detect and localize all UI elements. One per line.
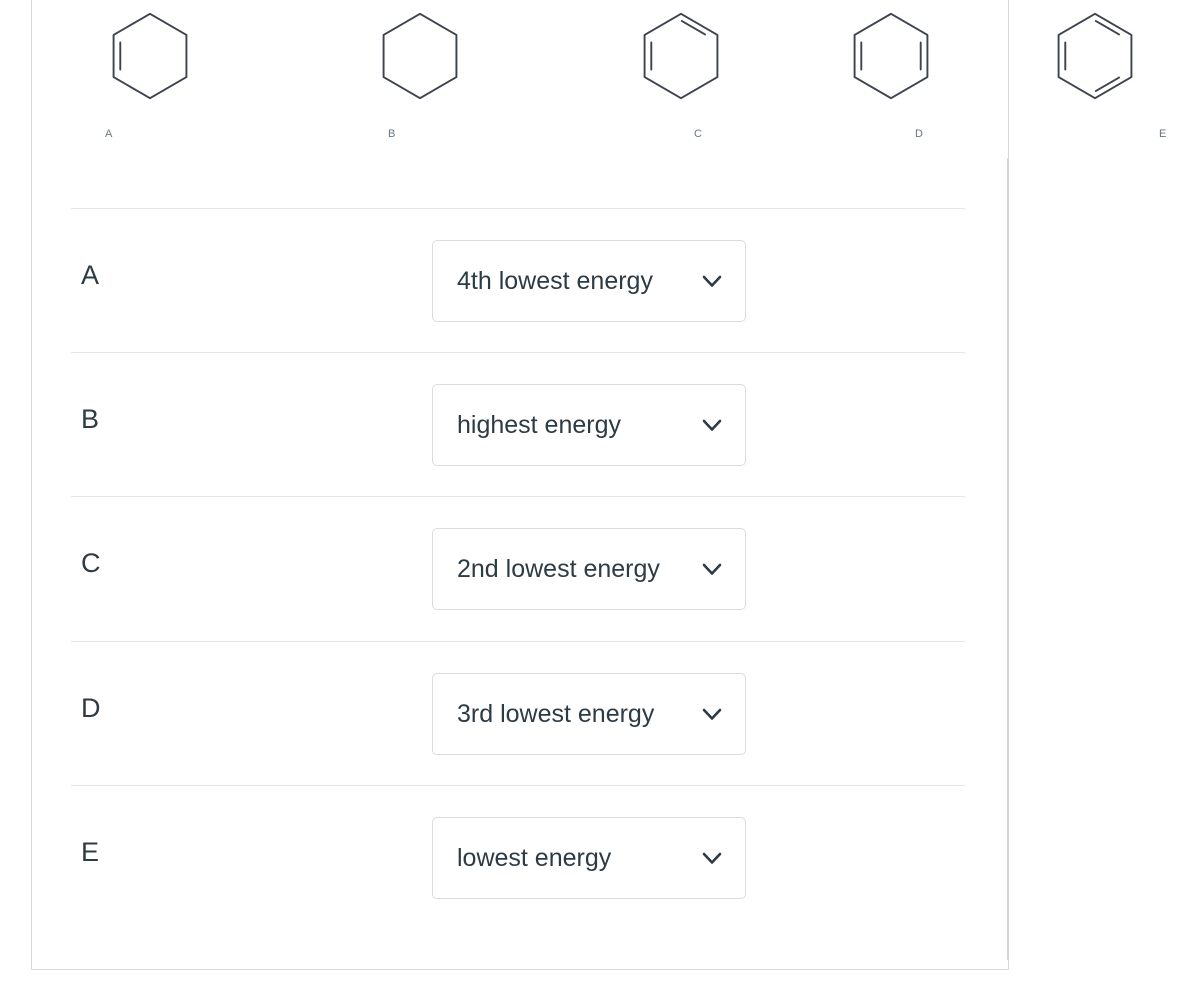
row-label: C (81, 548, 101, 578)
chevron-down-icon[interactable] (699, 412, 725, 438)
vertical-scrollbar-track[interactable] (1007, 158, 1009, 960)
chevron-down-icon[interactable] (699, 845, 725, 871)
answer-dropdown-a[interactable]: 4th lowest energy (432, 240, 746, 322)
match-row: Elowest energy (71, 785, 965, 929)
chevron-down-icon[interactable] (699, 556, 725, 582)
row-label: D (81, 693, 101, 723)
row-label: A (81, 260, 100, 290)
structure-caption: E (1159, 128, 1167, 140)
answer-selected-value: 4th lowest energy (457, 267, 653, 295)
structure-e-diagram-icon (1050, 10, 1140, 102)
row-label: E (81, 837, 100, 867)
structure-e: E (1050, 0, 1200, 152)
matching-answer-list: A 4th lowest energy Bhighest energy C 2nd lo… (0, 0, 1010, 996)
answer-dropdown-b[interactable]: highest energy (432, 384, 746, 466)
row-label: B (81, 404, 100, 434)
answer-dropdown-e[interactable]: lowest energy (432, 817, 746, 899)
chevron-down-icon[interactable] (699, 701, 725, 727)
answer-selected-value: 3rd lowest energy (457, 700, 655, 728)
answer-dropdown-c[interactable]: 2nd lowest energy (432, 528, 746, 610)
answer-selected-value: lowest energy (457, 844, 612, 872)
chevron-down-icon[interactable] (699, 268, 725, 294)
answer-selected-value: highest energy (457, 411, 622, 439)
match-row: D 3rd lowest energy (71, 641, 965, 785)
answer-selected-value: 2nd lowest energy (457, 555, 660, 583)
answer-dropdown-d[interactable]: 3rd lowest energy (432, 673, 746, 755)
match-row: C 2nd lowest energy (71, 496, 965, 640)
match-row: A 4th lowest energy (71, 208, 965, 352)
match-row: Bhighest energy (71, 352, 965, 496)
